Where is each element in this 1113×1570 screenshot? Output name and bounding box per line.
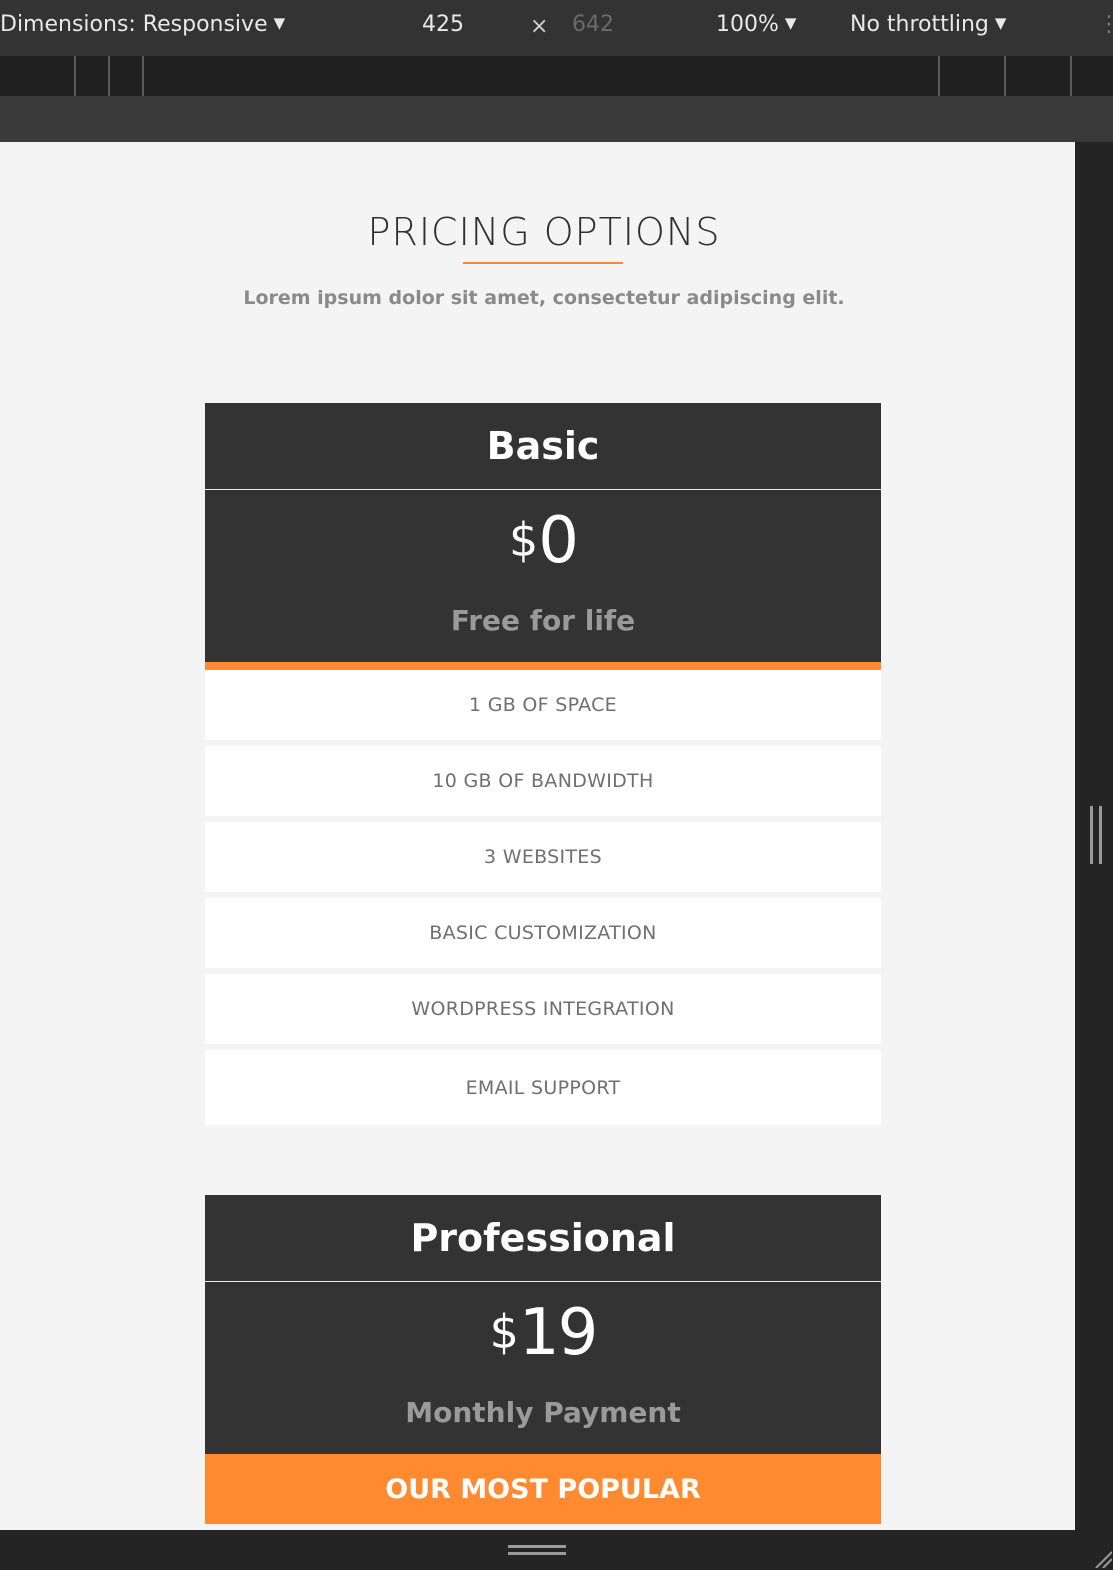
ruler-tick[interactable] <box>1070 56 1072 96</box>
device-viewport: PRICING OPTIONS Lorem ipsum dolor sit am… <box>0 142 1075 1530</box>
pricing-card-basic: Basic $0 Free for life 1 GB OF SPACE 10 … <box>205 403 881 1125</box>
plan-price: $0 <box>205 504 881 578</box>
title-underline <box>463 262 623 264</box>
plan-period: Free for life <box>450 604 636 637</box>
plan-price: $19 <box>205 1296 881 1370</box>
ruler-tick[interactable] <box>142 56 144 96</box>
resize-corner-icon[interactable] <box>1092 1548 1112 1568</box>
media-query-ruler <box>0 56 1113 96</box>
currency-symbol: $ <box>489 1305 519 1359</box>
throttling-dropdown[interactable]: No throttling ▼ <box>850 12 1006 37</box>
price-amount: 0 <box>538 504 579 578</box>
page-subtitle: Lorem ipsum dolor sit amet, consectetur … <box>243 287 845 309</box>
caret-down-icon: ▼ <box>273 14 286 32</box>
price-amount: 19 <box>518 1296 598 1370</box>
most-popular-badge: OUR MOST POPULAR <box>205 1454 881 1524</box>
feature-list: 1 GB OF SPACE 10 GB OF BANDWIDTH 3 WEBSI… <box>205 670 881 1125</box>
pricing-card-professional: Professional $19 Monthly Payment OUR MOS… <box>205 1195 881 1524</box>
plan-period: Monthly Payment <box>405 1396 681 1429</box>
ruler-tick[interactable] <box>108 56 110 96</box>
feature-item: 3 WEBSITES <box>205 822 881 892</box>
throttling-value: No throttling <box>850 12 989 37</box>
feature-item: 1 GB OF SPACE <box>205 670 881 740</box>
resize-handle-right-icon[interactable] <box>1090 806 1102 864</box>
caret-down-icon: ▼ <box>994 14 1007 32</box>
more-options-icon[interactable]: ⋮ <box>1098 12 1113 37</box>
ruler-tick[interactable] <box>938 56 940 96</box>
height-input[interactable]: 642 <box>572 12 614 37</box>
resize-handle-bottom-icon[interactable] <box>508 1545 566 1555</box>
plan-name: Professional <box>205 1195 881 1282</box>
page-title: PRICING OPTIONS <box>367 210 721 254</box>
times-icon: × <box>530 14 549 39</box>
feature-item: WORDPRESS INTEGRATION <box>205 974 881 1044</box>
dimensions-dropdown[interactable]: Dimensions: Responsive ▼ <box>0 12 285 37</box>
device-toolbar: Dimensions: Responsive ▼ 425 × 642 100% ▼ … <box>0 0 1113 56</box>
caret-down-icon: ▼ <box>784 14 797 32</box>
plan-name: Basic <box>205 403 881 490</box>
plan-price-block: $19 Monthly Payment <box>205 1282 881 1454</box>
ruler-spacer <box>0 96 1113 142</box>
plan-price-block: $0 Free for life <box>205 490 881 662</box>
currency-symbol: $ <box>509 513 538 567</box>
feature-item: 10 GB OF BANDWIDTH <box>205 746 881 816</box>
width-input[interactable]: 425 <box>422 12 464 37</box>
feature-item: EMAIL SUPPORT <box>205 1050 881 1125</box>
ruler-tick[interactable] <box>1004 56 1006 96</box>
accent-strip <box>205 662 881 670</box>
ruler-tick[interactable] <box>74 56 76 96</box>
zoom-value: 100% <box>716 12 779 37</box>
feature-item: BASIC CUSTOMIZATION <box>205 898 881 968</box>
zoom-dropdown[interactable]: 100% ▼ <box>716 12 796 37</box>
dimensions-label: Dimensions: Responsive <box>0 12 268 37</box>
